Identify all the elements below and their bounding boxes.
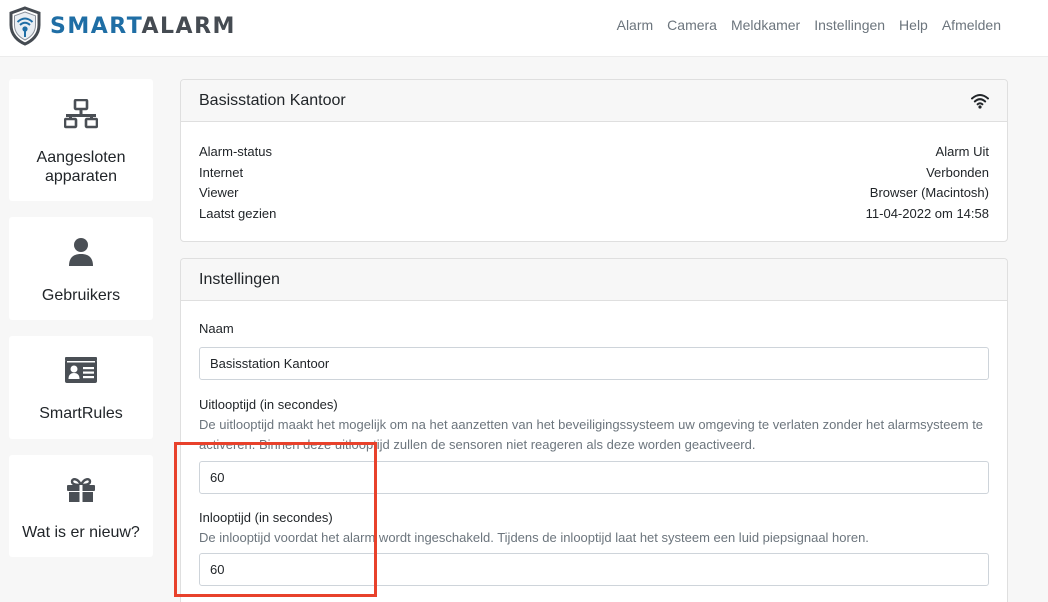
status-value-last-seen: 11-04-2022 om 14:58 — [865, 206, 989, 222]
settings-card-header: Instellingen — [181, 259, 1007, 301]
nav-camera[interactable]: Camera — [660, 16, 724, 34]
entry-delay-input[interactable] — [199, 553, 989, 586]
wifi-icon — [971, 93, 989, 109]
brand-part-alarm: ALARM — [141, 13, 236, 39]
status-row: Internet Verbonden — [199, 163, 989, 184]
nav-links: Alarm Camera Meldkamer Instellingen Help… — [610, 16, 1008, 34]
gift-icon — [9, 477, 153, 503]
tile-users[interactable]: Gebruikers — [9, 217, 153, 320]
entry-delay-label: Inlooptijd (in secondes) — [199, 510, 333, 525]
nav-instellingen[interactable]: Instellingen — [807, 16, 892, 34]
tile-label-line1: Aangesloten — [36, 149, 126, 166]
tile-connected-devices[interactable]: Aangesloten apparaten — [9, 79, 153, 201]
status-row: Viewer Browser (Macintosh) — [199, 183, 989, 204]
shield-logo-icon — [9, 6, 41, 46]
status-value-alarm: Alarm Uit — [935, 144, 989, 159]
network-icon — [9, 99, 153, 129]
user-icon — [9, 237, 153, 267]
tile-smartrules[interactable]: SmartRules — [9, 336, 153, 439]
tile-label-line2: apparaten — [44, 168, 118, 185]
status-row: Laatst gezien 11-04-2022 om 14:58 — [199, 204, 989, 225]
tile-label-whats-new: Wat is er nieuw? — [22, 524, 140, 541]
id-card-icon — [9, 356, 153, 384]
station-card-header: Basisstation Kantoor — [181, 80, 1007, 122]
status-label-alarm: Alarm-status — [199, 144, 272, 159]
nav-meldkamer[interactable]: Meldkamer — [724, 16, 807, 34]
status-value-viewer: Browser (Macintosh) — [869, 185, 989, 201]
nav-help[interactable]: Help — [892, 16, 935, 34]
station-title: Basisstation Kantoor — [199, 91, 346, 109]
nav-alarm[interactable]: Alarm — [610, 16, 661, 34]
brand[interactable]: SMARTALARM — [8, 6, 236, 46]
status-list: Alarm-status Alarm Uit Internet Verbonde… — [181, 122, 1007, 225]
status-label-viewer: Viewer — [199, 185, 239, 201]
settings-title: Instellingen — [199, 270, 280, 288]
status-label-internet: Internet — [199, 164, 244, 180]
exit-delay-help: De uitlooptijd maakt het mogelijk om na … — [199, 417, 984, 452]
tile-label-users: Gebruikers — [41, 287, 121, 304]
settings-card: Instellingen Naam Uitlooptijd (in second… — [180, 258, 1008, 602]
exit-delay-input[interactable] — [199, 461, 989, 494]
station-card: Basisstation Kantoor Alarm-status Alarm … — [180, 79, 1008, 242]
name-label: Naam — [199, 321, 234, 336]
tile-whats-new[interactable]: Wat is er nieuw? — [9, 455, 153, 557]
nav-afmelden[interactable]: Afmelden — [935, 16, 1008, 34]
entry-delay-help: De inlooptijd voordat het alarm wordt in… — [199, 530, 869, 545]
exit-delay-label: Uitlooptijd (in secondes) — [199, 397, 338, 412]
tile-label-connected-devices: Aangesloten apparaten — [9, 148, 153, 186]
tile-label-smartrules: SmartRules — [39, 405, 123, 422]
brand-name: SMARTALARM — [50, 14, 236, 39]
brand-part-smart: SMART — [50, 13, 142, 39]
top-navbar: SMARTALARM Alarm Camera Meldkamer Instel… — [0, 0, 1048, 57]
status-label-last-seen: Laatst gezien — [199, 206, 277, 222]
name-input[interactable] — [199, 347, 989, 380]
status-row: Alarm-status Alarm Uit — [199, 142, 989, 163]
status-value-internet: Verbonden — [926, 164, 989, 180]
